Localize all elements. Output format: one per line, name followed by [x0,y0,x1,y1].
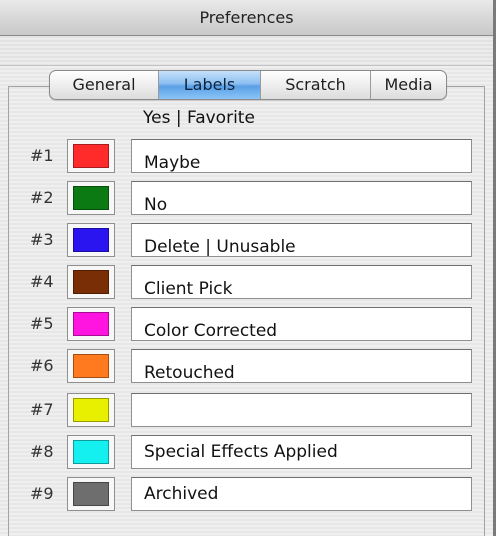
color-well-1[interactable] [67,139,115,173]
label-text-field-8[interactable]: Special Effects Applied [131,435,472,469]
label-number: #1 [30,146,54,165]
label-row-3: #3 Delete | Unusable [0,223,480,265]
tab-media[interactable]: Media [371,71,446,99]
title-bar[interactable]: Preferences [0,0,493,36]
color-swatch [73,144,109,168]
color-swatch [73,312,109,336]
label-number: #2 [30,188,54,207]
window-title: Preferences [199,8,294,27]
label-number: #8 [30,442,54,461]
label-number: #5 [30,314,54,333]
label-text-field-4[interactable]: Client Pick [131,265,472,299]
label-text-field-9[interactable]: Archived [131,477,472,511]
preferences-window: Preferences General Labels Scratch Media… [0,0,496,536]
color-well-9[interactable] [67,477,115,511]
color-well-7[interactable] [67,393,115,427]
color-swatch [73,354,109,378]
label-number: #6 [30,356,54,375]
color-swatch [73,440,109,464]
label-text-field-6[interactable]: Retouched [131,349,472,383]
label-text-field-5[interactable]: Color Corrected [131,307,472,341]
color-well-8[interactable] [67,435,115,469]
label-number: #7 [30,400,54,419]
color-swatch [73,228,109,252]
color-well-5[interactable] [67,307,115,341]
label-row-9: #9 Archived [0,477,480,519]
label-text-field-2[interactable]: No [131,181,472,215]
color-well-2[interactable] [67,181,115,215]
color-swatch [73,398,109,422]
label-text-field-3[interactable]: Delete | Unusable [131,223,472,257]
tab-bar: General Labels Scratch Media [49,70,447,100]
label-row-8: #8 Special Effects Applied [0,435,480,477]
label-row-6: #6 Retouched [0,349,480,391]
tab-scratch[interactable]: Scratch [261,71,371,99]
label-row-5: #5 Color Corrected [0,307,480,349]
label-number: #3 [30,230,54,249]
color-well-3[interactable] [67,223,115,257]
label-number: #4 [30,272,54,291]
label-text-field-1[interactable]: Maybe [131,139,472,173]
color-well-6[interactable] [67,349,115,383]
color-well-4[interactable] [67,265,115,299]
label-text-field-7[interactable] [131,393,472,427]
label-row-7: #7 [0,393,480,435]
color-swatch [73,482,109,506]
label-row-4: #4 Client Pick [0,265,480,307]
label-row-1: #1 Maybe [0,139,480,181]
default-label-text: Yes | Favorite [143,108,255,128]
color-swatch [73,270,109,294]
tab-general[interactable]: General [50,71,159,99]
color-swatch [73,186,109,210]
tab-labels[interactable]: Labels [159,71,261,99]
label-row-2: #2 No [0,181,480,223]
label-number: #9 [30,484,54,503]
toolbar-band [0,36,493,66]
